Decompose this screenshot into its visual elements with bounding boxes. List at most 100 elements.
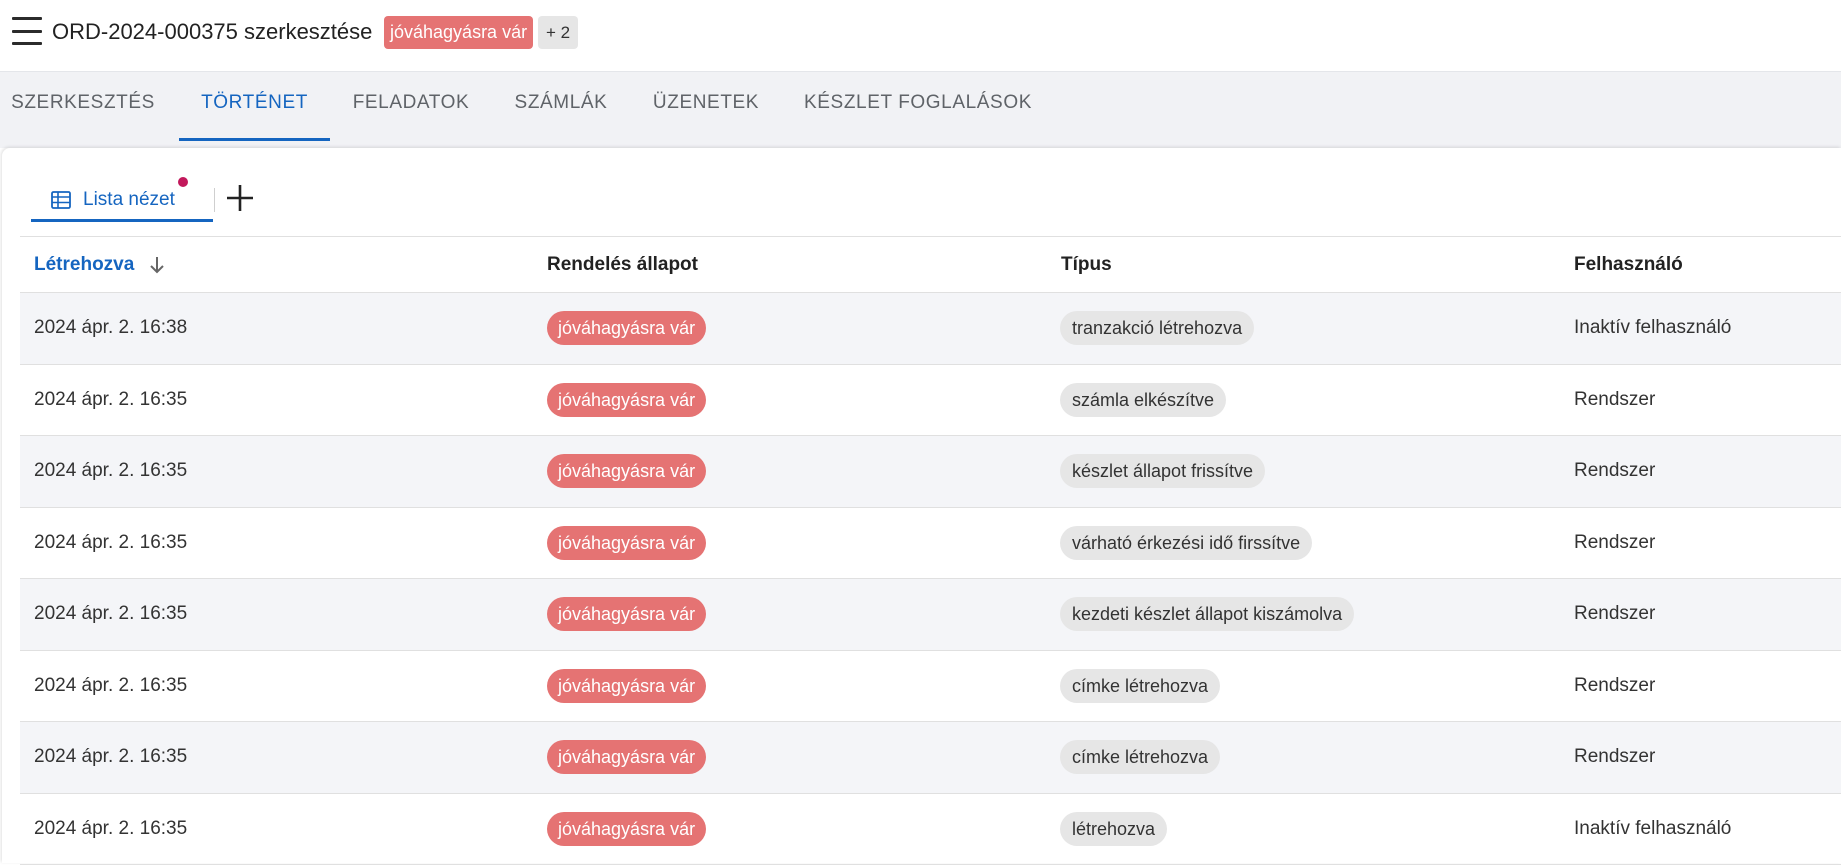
column-header-rendeles-allapot[interactable]: Rendelés állapot bbox=[547, 237, 698, 293]
unsaved-indicator-dot bbox=[178, 177, 188, 187]
table-row[interactable]: 2024 ápr. 2. 16:35 jóváhagyásra vár szám… bbox=[20, 365, 1841, 437]
status-chip: jóváhagyásra vár bbox=[547, 454, 706, 488]
column-header-felhasznalo[interactable]: Felhasználó bbox=[1574, 237, 1683, 293]
user-cell: Rendszer bbox=[1574, 722, 1655, 793]
status-chip: jóváhagyásra vár bbox=[547, 597, 706, 631]
type-cell: címke létrehozva bbox=[1060, 722, 1220, 793]
column-header-letrehozva[interactable]: Létrehozva bbox=[34, 237, 166, 293]
type-chip: számla elkészítve bbox=[1060, 383, 1226, 417]
table-row[interactable]: 2024 ápr. 2. 16:35 jóváhagyásra vár kész… bbox=[20, 436, 1841, 508]
tab-szerkesztes[interactable]: SZERKESZTÉS bbox=[0, 72, 166, 138]
tab-szamlak[interactable]: SZÁMLÁK bbox=[498, 72, 624, 138]
table-row[interactable]: 2024 ápr. 2. 16:35 jóváhagyásra vár kezd… bbox=[20, 579, 1841, 651]
plus-icon[interactable] bbox=[224, 182, 256, 214]
created-date: 2024 ápr. 2. 16:35 bbox=[34, 460, 187, 482]
status-cell: jóváhagyásra vár bbox=[547, 436, 706, 507]
column-header-tipus[interactable]: Típus bbox=[1061, 237, 1112, 293]
page-title: ORD-2024-000375 szerkesztése bbox=[52, 19, 372, 45]
created-cell: 2024 ápr. 2. 16:35 bbox=[34, 436, 187, 507]
type-cell: várható érkezési idő firssítve bbox=[1060, 508, 1312, 579]
user-name: Rendszer bbox=[1574, 389, 1655, 411]
created-date: 2024 ápr. 2. 16:35 bbox=[34, 603, 187, 625]
status-cell: jóváhagyásra vár bbox=[547, 722, 706, 793]
arrow-down-icon bbox=[148, 255, 166, 275]
type-cell: készlet állapot frissítve bbox=[1060, 436, 1265, 507]
tab-feladatok[interactable]: FELADATOK bbox=[338, 72, 484, 138]
view-tab-lista[interactable]: Lista nézet bbox=[31, 180, 213, 222]
view-tab-label: Lista nézet bbox=[83, 189, 175, 211]
type-chip: kezdeti készlet állapot kiszámolva bbox=[1060, 597, 1354, 631]
user-name: Inaktív felhasználó bbox=[1574, 317, 1731, 339]
created-cell: 2024 ápr. 2. 16:35 bbox=[34, 508, 187, 579]
created-cell: 2024 ápr. 2. 16:35 bbox=[34, 722, 187, 793]
hamburger-menu-icon[interactable] bbox=[12, 17, 42, 45]
table-row[interactable]: 2024 ápr. 2. 16:38 jóváhagyásra vár tran… bbox=[20, 293, 1841, 365]
status-chip: jóváhagyásra vár bbox=[547, 669, 706, 703]
table-body: 2024 ápr. 2. 16:38 jóváhagyásra vár tran… bbox=[20, 293, 1841, 865]
created-date: 2024 ápr. 2. 16:35 bbox=[34, 389, 187, 411]
user-cell: Rendszer bbox=[1574, 651, 1655, 722]
table-row[interactable]: 2024 ápr. 2. 16:35 jóváhagyásra vár várh… bbox=[20, 508, 1841, 580]
view-divider bbox=[214, 188, 215, 212]
user-name: Rendszer bbox=[1574, 746, 1655, 768]
type-chip: készlet állapot frissítve bbox=[1060, 454, 1265, 488]
type-cell: kezdeti készlet állapot kiszámolva bbox=[1060, 579, 1354, 650]
more-badges-button[interactable]: + 2 bbox=[538, 16, 578, 49]
user-cell: Rendszer bbox=[1574, 436, 1655, 507]
user-name: Inaktív felhasználó bbox=[1574, 818, 1731, 840]
status-cell: jóváhagyásra vár bbox=[547, 293, 706, 364]
table-row[interactable]: 2024 ápr. 2. 16:35 jóváhagyásra vár címk… bbox=[20, 722, 1841, 794]
type-chip: várható érkezési idő firssítve bbox=[1060, 526, 1312, 560]
created-date: 2024 ápr. 2. 16:35 bbox=[34, 675, 187, 697]
created-date: 2024 ápr. 2. 16:35 bbox=[34, 746, 187, 768]
status-cell: jóváhagyásra vár bbox=[547, 365, 706, 436]
type-chip: címke létrehozva bbox=[1060, 740, 1220, 774]
created-cell: 2024 ápr. 2. 16:35 bbox=[34, 579, 187, 650]
tab-uzenetek[interactable]: ÜZENETEK bbox=[640, 72, 772, 138]
user-name: Rendszer bbox=[1574, 532, 1655, 554]
type-chip: létrehozva bbox=[1060, 812, 1167, 846]
status-cell: jóváhagyásra vár bbox=[547, 794, 706, 865]
status-chip: jóváhagyásra vár bbox=[547, 383, 706, 417]
column-header-label: Létrehozva bbox=[34, 254, 134, 275]
type-chip: címke létrehozva bbox=[1060, 669, 1220, 703]
order-status-badge: jóváhagyásra vár bbox=[384, 16, 533, 49]
app-header: ORD-2024-000375 szerkesztése jóváhagyásr… bbox=[0, 0, 1841, 72]
status-chip: jóváhagyásra vár bbox=[547, 311, 706, 345]
tab-keszlet-foglalasok[interactable]: KÉSZLET FOGLALÁSOK bbox=[790, 72, 1046, 138]
status-chip: jóváhagyásra vár bbox=[547, 812, 706, 846]
user-name: Rendszer bbox=[1574, 460, 1655, 482]
table-row[interactable]: 2024 ápr. 2. 16:35 jóváhagyásra vár címk… bbox=[20, 651, 1841, 723]
user-cell: Inaktív felhasználó bbox=[1574, 794, 1731, 865]
created-date: 2024 ápr. 2. 16:35 bbox=[34, 818, 187, 840]
created-cell: 2024 ápr. 2. 16:35 bbox=[34, 365, 187, 436]
status-chip: jóváhagyásra vár bbox=[547, 526, 706, 560]
status-chip: jóváhagyásra vár bbox=[547, 740, 706, 774]
user-name: Rendszer bbox=[1574, 675, 1655, 697]
table-header: Létrehozva Rendelés állapot Típus Felhas… bbox=[20, 237, 1841, 293]
history-table: Létrehozva Rendelés állapot Típus Felhas… bbox=[20, 236, 1841, 865]
type-cell: címke létrehozva bbox=[1060, 651, 1220, 722]
created-cell: 2024 ápr. 2. 16:35 bbox=[34, 794, 187, 865]
tab-bar: SZERKESZTÉS TÖRTÉNET FELADATOK SZÁMLÁK Ü… bbox=[0, 72, 1841, 148]
type-cell: létrehozva bbox=[1060, 794, 1167, 865]
created-cell: 2024 ápr. 2. 16:35 bbox=[34, 651, 187, 722]
status-cell: jóváhagyásra vár bbox=[547, 508, 706, 579]
created-date: 2024 ápr. 2. 16:35 bbox=[34, 532, 187, 554]
user-cell: Rendszer bbox=[1574, 579, 1655, 650]
history-panel: Lista nézet Létrehozva Rendelés állapot … bbox=[2, 148, 1841, 863]
tab-tortenet[interactable]: TÖRTÉNET bbox=[179, 72, 330, 138]
user-cell: Rendszer bbox=[1574, 508, 1655, 579]
type-cell: számla elkészítve bbox=[1060, 365, 1226, 436]
user-name: Rendszer bbox=[1574, 603, 1655, 625]
user-cell: Inaktív felhasználó bbox=[1574, 293, 1731, 364]
type-chip: tranzakció létrehozva bbox=[1060, 311, 1254, 345]
status-cell: jóváhagyásra vár bbox=[547, 651, 706, 722]
status-cell: jóváhagyásra vár bbox=[547, 579, 706, 650]
table-row[interactable]: 2024 ápr. 2. 16:35 jóváhagyásra vár létr… bbox=[20, 794, 1841, 865]
created-date: 2024 ápr. 2. 16:38 bbox=[34, 317, 187, 339]
user-cell: Rendszer bbox=[1574, 365, 1655, 436]
type-cell: tranzakció létrehozva bbox=[1060, 293, 1254, 364]
created-cell: 2024 ápr. 2. 16:38 bbox=[34, 293, 187, 364]
table-icon bbox=[51, 191, 71, 209]
